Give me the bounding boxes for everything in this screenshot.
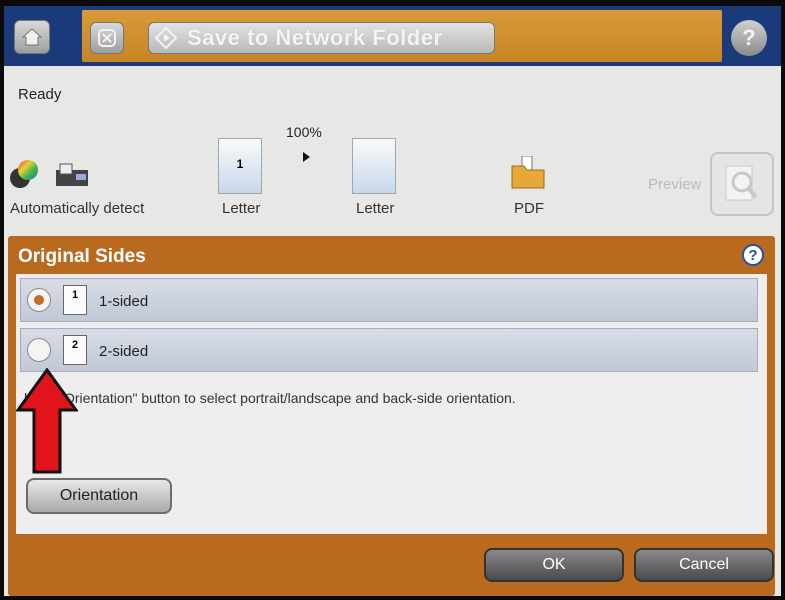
preview-button[interactable] xyxy=(710,152,774,216)
page-number: 1 xyxy=(236,157,244,171)
home-button[interactable] xyxy=(14,20,50,54)
top-bar: Save to Network Folder ? xyxy=(4,6,781,66)
original-size-label: Letter xyxy=(222,200,261,217)
preview-label: Preview xyxy=(648,176,702,193)
one-sided-icon: 1 xyxy=(63,285,87,315)
ok-button[interactable]: OK xyxy=(484,548,624,582)
option-1-sided[interactable]: 1 1-sided xyxy=(20,278,758,322)
stop-icon xyxy=(98,29,116,47)
folder-icon xyxy=(511,156,545,189)
output-size-label: Letter xyxy=(356,200,395,217)
orientation-button[interactable]: Orientation xyxy=(26,478,172,514)
blank-page-icon xyxy=(352,138,396,194)
dialog-help-icon[interactable]: ? xyxy=(742,244,764,266)
radio-2-sided[interactable] xyxy=(27,338,51,362)
red-arrow-annotation xyxy=(16,368,78,474)
home-icon xyxy=(21,28,43,46)
printer-screen: Save to Network Folder ? Ready Automatic xyxy=(4,6,781,596)
zoom-value: 100% xyxy=(286,124,322,140)
start-button[interactable]: Save to Network Folder xyxy=(148,22,495,54)
option-label: 1-sided xyxy=(99,293,149,310)
color-wheel-icon xyxy=(10,160,38,188)
scanner-icon xyxy=(56,163,88,186)
color-label: Automatically detect xyxy=(10,200,145,217)
job-title: Save to Network Folder xyxy=(187,25,443,50)
stop-button[interactable] xyxy=(90,22,124,54)
page-icon: 1 xyxy=(218,138,262,194)
play-arrow-icon xyxy=(303,152,310,162)
two-sided-icon: 2 xyxy=(63,335,87,365)
option-2-sided[interactable]: 2 2-sided xyxy=(20,328,758,372)
dialog-body: 1 1-sided 2 2-sided h the "Orientation" … xyxy=(16,274,767,534)
status-text: Ready xyxy=(18,86,62,103)
original-sides-dialog: Original Sides ? 1 1-sided 2 2-sided h t… xyxy=(8,236,775,596)
dialog-title: Original Sides xyxy=(18,246,146,267)
radio-1-sided[interactable] xyxy=(27,288,51,312)
option-label: 2-sided xyxy=(99,343,149,360)
file-type-label: PDF xyxy=(514,200,544,217)
start-icon xyxy=(155,27,177,49)
orientation-hint: h the "Orientation" button to select por… xyxy=(24,390,516,406)
cancel-button[interactable]: Cancel xyxy=(634,548,774,582)
help-icon[interactable]: ? xyxy=(731,20,767,56)
radio-selected-dot xyxy=(34,295,44,305)
magnifier-icon xyxy=(725,165,758,201)
